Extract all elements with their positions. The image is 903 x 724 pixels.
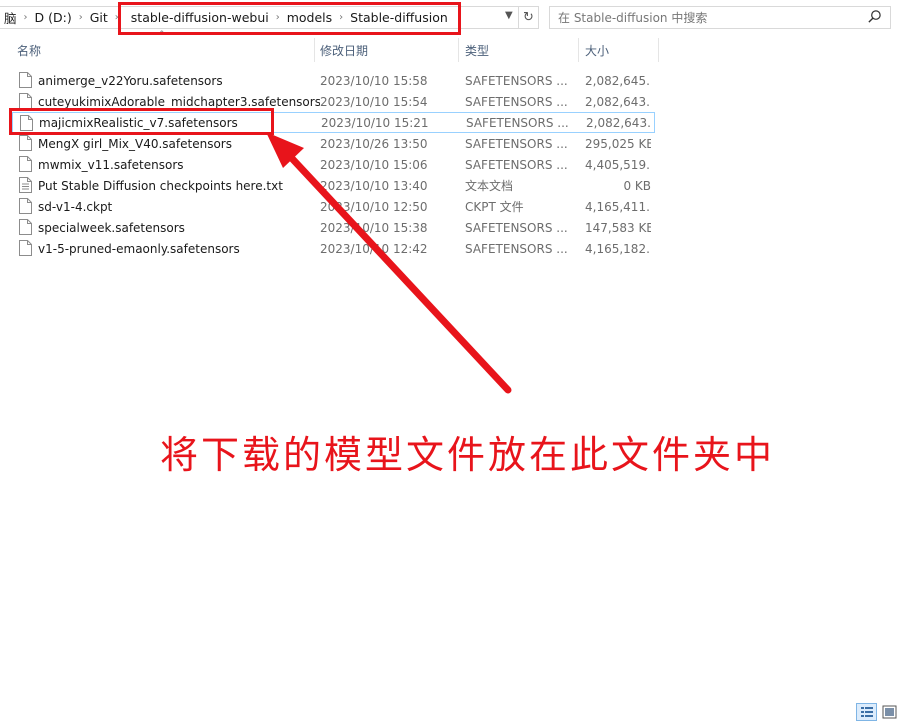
details-view-icon: [861, 707, 873, 717]
arrow-icon: [266, 132, 512, 394]
details-view-button[interactable]: [856, 703, 877, 721]
large-icons-view-button[interactable]: [879, 703, 900, 721]
annotation-text: 将下载的模型文件放在此文件夹中: [160, 433, 776, 477]
large-icons-view-icon: [882, 705, 897, 719]
